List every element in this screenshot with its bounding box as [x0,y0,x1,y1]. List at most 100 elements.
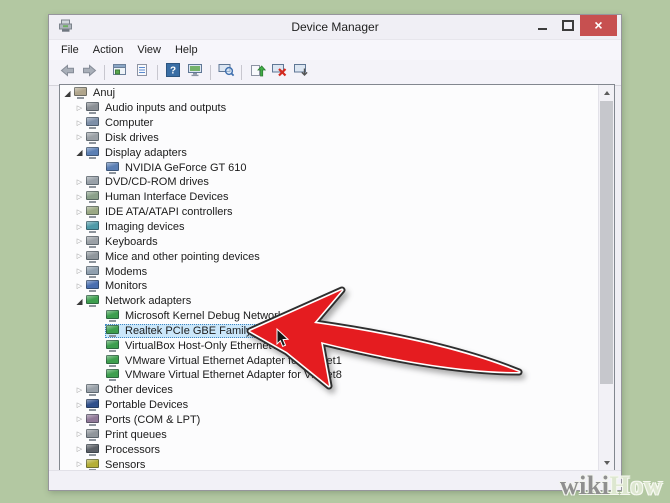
tree-item[interactable]: Disk drives [85,131,162,145]
tree-item[interactable]: Anuj [73,86,118,100]
tree-row[interactable]: ▷IDE ATA/ATAPI controllers [60,205,599,220]
chevron-up-icon [604,91,610,95]
tree-row[interactable]: ◢Anuj [60,86,599,101]
expander-collapsed-icon[interactable]: ▷ [74,400,85,411]
tree-row[interactable]: VMware Virtual Ethernet Adapter for VMne… [60,353,599,368]
tree-item[interactable]: Keyboards [85,235,161,249]
expander-collapsed-icon[interactable]: ▷ [74,103,85,114]
tree-row[interactable]: ▷Processors [60,442,599,457]
tree-item[interactable]: Sensors [85,458,148,470]
expander-collapsed-icon[interactable]: ▷ [74,132,85,143]
back-button[interactable] [56,63,78,83]
expander-collapsed-icon[interactable]: ▷ [74,177,85,188]
tree-item[interactable]: VMware Virtual Ethernet Adapter for VMne… [105,368,345,382]
disable-device-button[interactable] [268,63,290,83]
expander-collapsed-icon[interactable]: ▷ [74,251,85,262]
expander-collapsed-icon[interactable]: ▷ [74,414,85,425]
tree-row[interactable]: ▷Audio inputs and outputs [60,101,599,116]
expander-expanded-icon[interactable]: ◢ [74,296,85,307]
expander-collapsed-icon[interactable]: ▷ [74,429,85,440]
expander-collapsed-icon[interactable]: ▷ [74,266,85,277]
tree-row[interactable]: ▷ Imaging devices [60,220,599,235]
expander-expanded-icon[interactable]: ◢ [62,88,73,99]
tree-row[interactable]: Microsoft Kernel Debug Network Adapter [60,309,599,324]
selected-tree-item[interactable]: Realtek PCIe GBE Family Controller [105,324,305,338]
expander-collapsed-icon[interactable]: ▷ [74,281,85,292]
tree-row[interactable]: ▷Ports (COM & LPT) [60,413,599,428]
expander-collapsed-icon[interactable]: ▷ [74,118,85,129]
menu-action[interactable]: Action [93,44,132,56]
tree-row[interactable]: ▷Mice and other pointing devices [60,249,599,264]
minimize-button[interactable] [530,15,555,35]
tree-item[interactable]: Mice and other pointing devices [85,250,263,264]
tree-row[interactable]: ▷Computer [60,116,599,131]
tree-item-label: VMware Virtual Ethernet Adapter for VMne… [124,355,342,367]
tree-row[interactable]: Realtek PCIe GBE Family Controller [60,324,599,339]
tree-row[interactable]: NVIDIA GeForce GT 610 [60,160,599,175]
tree-item[interactable]: Ports (COM & LPT) [85,413,203,427]
expander-collapsed-icon[interactable]: ▷ [74,385,85,396]
export-list-button[interactable] [131,63,153,83]
tree-item[interactable]: Imaging devices [85,220,188,234]
tree-row[interactable]: ▷Modems [60,264,599,279]
minimize-icon [538,28,547,30]
tree-row[interactable]: ▷Monitors [60,279,599,294]
tree-item-label: Imaging devices [104,221,185,233]
tree-row[interactable]: ▷Other devices [60,383,599,398]
tree-item[interactable]: Computer [85,116,156,130]
tree-item[interactable]: Processors [85,443,163,457]
tree-item[interactable]: Microsoft Kernel Debug Network Adapter [105,309,327,323]
tree-row[interactable]: ▷Disk drives [60,131,599,146]
tree-item[interactable]: Audio inputs and outputs [85,101,229,115]
tree-item[interactable]: Modems [85,265,150,279]
expander-collapsed-icon[interactable]: ▷ [74,459,85,470]
tree-item[interactable]: NVIDIA GeForce GT 610 [105,161,249,175]
scroll-down-button[interactable] [599,455,614,470]
tree-item[interactable]: DVD/CD-ROM drives [85,175,212,189]
devices-view-button[interactable] [184,63,206,83]
expander-collapsed-icon[interactable]: ▷ [74,192,85,203]
tree-item[interactable]: Portable Devices [85,398,191,412]
uninstall-device-button[interactable] [290,63,312,83]
update-driver-button[interactable] [246,63,268,83]
scan-hardware-changes-button[interactable] [215,63,237,83]
vertical-scrollbar[interactable] [598,85,614,470]
tree-item[interactable]: Network adapters [85,294,194,308]
expander-collapsed-icon[interactable]: ▷ [74,444,85,455]
expander-collapsed-icon[interactable]: ▷ [74,236,85,247]
tree-item[interactable]: Display adapters [85,146,190,160]
tree-row[interactable]: ▷ Portable Devices [60,398,599,413]
tree-row[interactable]: ▷Human Interface Devices [60,190,599,205]
tree-item[interactable]: Monitors [85,279,150,293]
tree-item[interactable]: VMware Virtual Ethernet Adapter for VMne… [105,354,345,368]
tree-item[interactable]: Print queues [85,428,170,442]
tree-row[interactable]: VirtualBox Host-Only Ethernet Adapter [60,338,599,353]
tree-row[interactable]: ▷Sensors [60,457,599,470]
console-tree-button[interactable] [109,63,131,83]
tree-item[interactable]: Other devices [85,383,176,397]
expander-collapsed-icon[interactable]: ▷ [74,207,85,218]
tree-row[interactable]: ◢Display adapters [60,145,599,160]
tree-row[interactable]: ▷DVD/CD-ROM drives [60,175,599,190]
tree-row[interactable]: ◢Network adapters [60,294,599,309]
toolbar: ? [49,60,621,86]
scrollbar-thumb[interactable] [600,101,613,384]
tree-row[interactable]: VMware Virtual Ethernet Adapter for VMne… [60,368,599,383]
title-bar[interactable]: Device Manager × [49,15,621,39]
forward-button[interactable] [78,63,100,83]
tree-item[interactable]: IDE ATA/ATAPI controllers [85,205,236,219]
close-button[interactable]: × [580,15,617,36]
tree-row[interactable]: ▷Print queues [60,427,599,442]
help-button[interactable]: ? [162,63,184,83]
tree-item[interactable]: Human Interface Devices [85,190,232,204]
expander-collapsed-icon[interactable]: ▷ [74,222,85,233]
scroll-up-button[interactable] [599,85,614,100]
tree-item[interactable]: VirtualBox Host-Only Ethernet Adapter [105,339,316,353]
tree-item-label: Portable Devices [104,399,188,411]
maximize-button[interactable] [555,15,580,35]
menu-help[interactable]: Help [175,44,206,56]
tree-row[interactable]: ▷Keyboards [60,234,599,249]
menu-view[interactable]: View [137,44,169,56]
expander-expanded-icon[interactable]: ◢ [74,147,85,158]
menu-file[interactable]: File [61,44,87,56]
